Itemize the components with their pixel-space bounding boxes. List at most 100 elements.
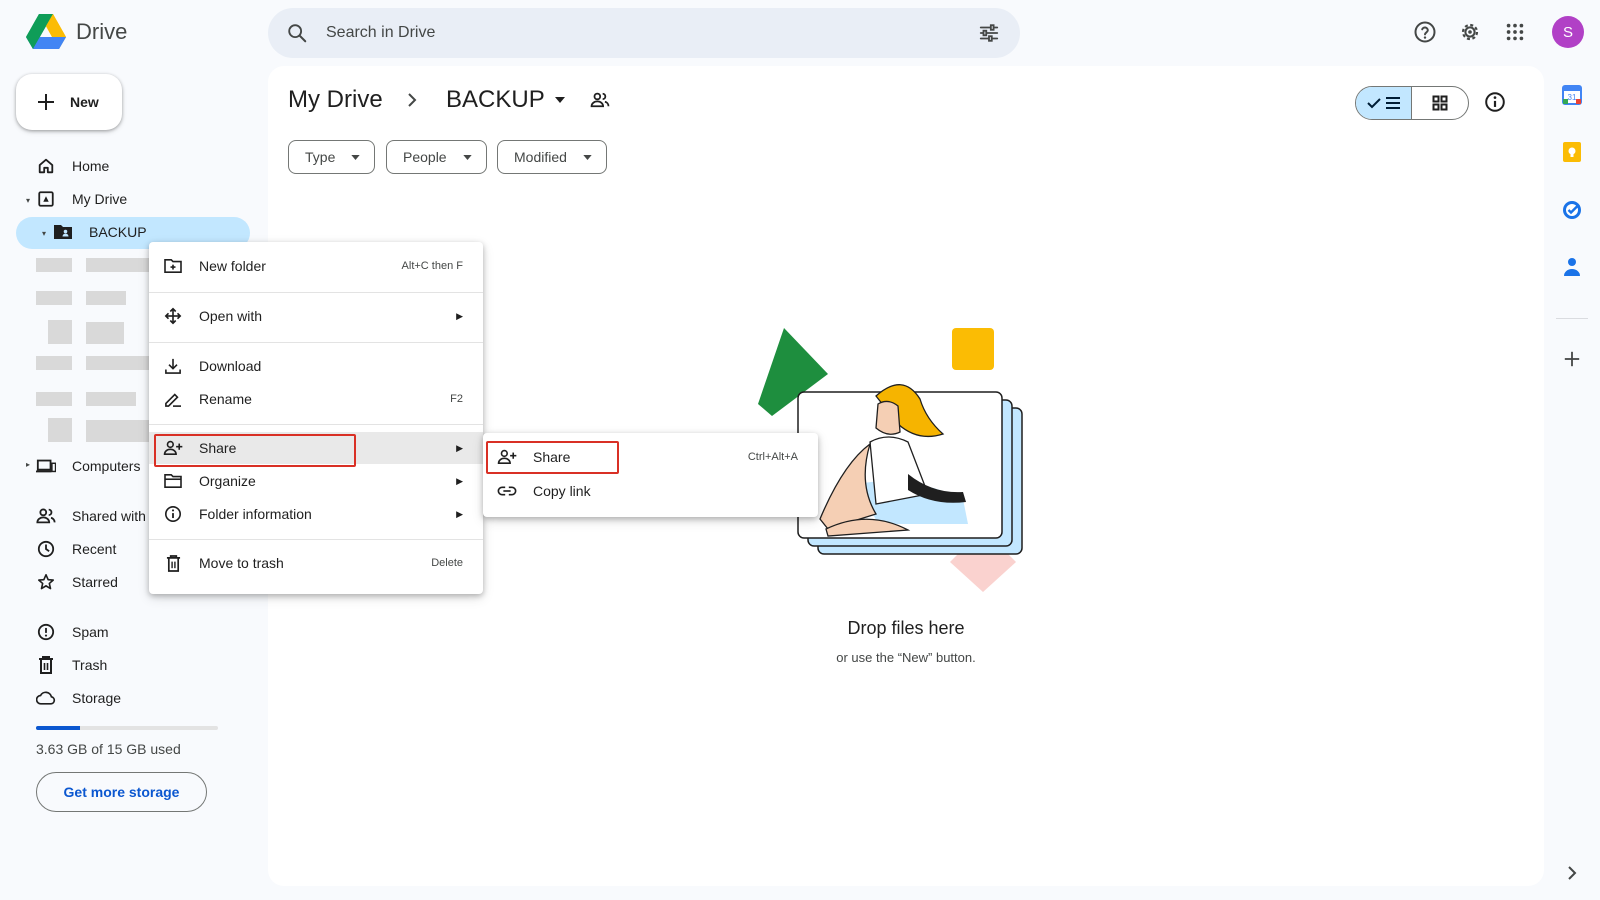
sidebar-item-starred[interactable]: Starred (36, 568, 118, 596)
menu-item-open-with[interactable]: Open with ▶ (149, 300, 483, 332)
contacts-icon[interactable] (1561, 256, 1583, 278)
submenu-arrow-icon: ▶ (456, 475, 463, 486)
help-icon[interactable] (1411, 18, 1439, 46)
filter-modified[interactable]: Modified (497, 140, 607, 174)
submenu-arrow-icon: ▶ (456, 508, 463, 519)
menu-item-label: Copy link (533, 483, 591, 499)
blurred-subfolder-name (86, 392, 136, 406)
shared-folder-icon (53, 222, 73, 242)
menu-divider (149, 342, 483, 343)
trash-icon (163, 553, 183, 573)
account-avatar[interactable]: S (1552, 16, 1584, 48)
caret-down-icon (462, 154, 472, 160)
menu-item-shortcut: Ctrl+Alt+A (747, 451, 798, 463)
menu-item-move-to-trash[interactable]: Move to trash Delete (149, 547, 483, 579)
get-more-storage-button[interactable]: Get more storage (36, 772, 207, 812)
people-icon (36, 506, 56, 526)
calendar-icon[interactable]: 31 (1561, 84, 1583, 106)
link-icon (497, 481, 517, 501)
submenu-item-share[interactable]: Share Ctrl+Alt+A (483, 441, 818, 473)
breadcrumb-current-label: BACKUP (446, 86, 545, 113)
storage-usage-text: 3.63 GB of 15 GB used (36, 741, 181, 757)
blurred-subfolder-name (86, 291, 126, 305)
filter-label: People (403, 149, 447, 165)
search-icon[interactable] (286, 22, 308, 44)
menu-item-share[interactable]: Share ▶ (149, 432, 483, 464)
sidebar-item-label: Trash (72, 657, 108, 673)
expand-side-panel-chevron-icon[interactable] (1561, 862, 1583, 884)
new-button-label: New (70, 94, 99, 110)
blurred-subfolder-icon (48, 320, 72, 344)
new-button[interactable]: New (16, 74, 122, 130)
search-options-icon[interactable] (978, 22, 1000, 44)
grid-view-button[interactable] (1412, 87, 1468, 119)
menu-item-label: Share (199, 440, 237, 456)
sidebar-item-my-drive[interactable]: My Drive (36, 185, 127, 213)
download-icon (163, 356, 183, 376)
menu-item-label: Open with (199, 308, 263, 324)
plus-icon (38, 94, 54, 110)
open-with-icon (163, 306, 183, 326)
sidebar-item-home[interactable]: Home (36, 152, 109, 180)
sidebar-item-backup[interactable]: BACKUP (53, 218, 147, 246)
keep-icon[interactable] (1561, 141, 1583, 163)
breadcrumb-my-drive[interactable]: My Drive (288, 86, 383, 114)
add-addon-plus-icon[interactable] (1561, 348, 1583, 370)
filter-label: Type (305, 149, 336, 165)
menu-item-label: Rename (199, 391, 252, 407)
menu-item-label: Folder information (199, 506, 312, 522)
expand-caret-icon[interactable]: ▸ (26, 460, 30, 469)
blurred-subfolder-icon (48, 418, 72, 442)
sidebar-item-label: BACKUP (89, 224, 147, 240)
new-folder-icon (163, 256, 183, 276)
info-icon (163, 504, 183, 524)
settings-gear-icon[interactable] (1456, 18, 1484, 46)
submenu-arrow-icon: ▶ (456, 310, 463, 321)
organize-folder-icon (163, 471, 183, 491)
home-icon (36, 156, 56, 176)
empty-state-subtitle: or use the “New” button. (836, 650, 976, 665)
search-bar[interactable]: Search in Drive (268, 8, 1020, 58)
share-add-person-icon (163, 438, 183, 458)
cloud-icon (36, 688, 56, 708)
blurred-subfolder-icon (36, 356, 72, 370)
blurred-subfolder-name (86, 322, 124, 344)
menu-item-organize[interactable]: Organize ▶ (149, 465, 483, 497)
list-view-button[interactable] (1356, 87, 1413, 119)
details-info-icon[interactable] (1484, 91, 1506, 113)
svg-text:31: 31 (1568, 93, 1577, 102)
storage-usage-fill (36, 726, 81, 730)
tasks-icon[interactable] (1561, 199, 1583, 221)
drive-logo[interactable]: Drive (26, 14, 127, 50)
menu-item-shortcut: Delete (431, 557, 463, 569)
sidebar-item-trash[interactable]: Trash (36, 651, 107, 679)
menu-item-download[interactable]: Download (149, 350, 483, 382)
menu-item-folder-information[interactable]: Folder information ▶ (149, 498, 483, 530)
blurred-subfolder-name (86, 356, 150, 370)
sidebar-item-recent[interactable]: Recent (36, 535, 116, 563)
storage-usage-bar (36, 726, 218, 730)
menu-item-shortcut: F2 (450, 393, 463, 405)
menu-item-new-folder[interactable]: New folder Alt+C then F (149, 250, 483, 282)
sidebar-item-computers[interactable]: Computers (36, 452, 140, 480)
expand-caret-icon[interactable]: ▾ (26, 196, 30, 205)
my-drive-icon (36, 189, 56, 209)
filter-people[interactable]: People (386, 140, 487, 174)
sidebar-item-storage[interactable]: Storage (36, 684, 121, 712)
caret-down-icon (583, 154, 592, 160)
search-input[interactable]: Search in Drive (326, 24, 978, 42)
list-icon (1385, 97, 1400, 109)
expand-caret-icon[interactable]: ▾ (42, 229, 46, 238)
caret-down-icon (351, 154, 361, 160)
submenu-item-copy-link[interactable]: Copy link (483, 475, 818, 507)
menu-item-shortcut: Alt+C then F (401, 260, 463, 272)
share-submenu: Share Ctrl+Alt+A Copy link (483, 433, 818, 517)
apps-grid-icon[interactable] (1501, 18, 1529, 46)
sidebar-item-label: My Drive (72, 191, 128, 207)
menu-item-rename[interactable]: Rename F2 (149, 383, 483, 415)
filter-type[interactable]: Type (288, 140, 376, 174)
blurred-subfolder-icon (36, 392, 72, 406)
breadcrumb-current-folder[interactable]: BACKUP (446, 86, 611, 114)
blurred-subfolder-icon (36, 291, 72, 305)
sidebar-item-spam[interactable]: Spam (36, 618, 109, 646)
